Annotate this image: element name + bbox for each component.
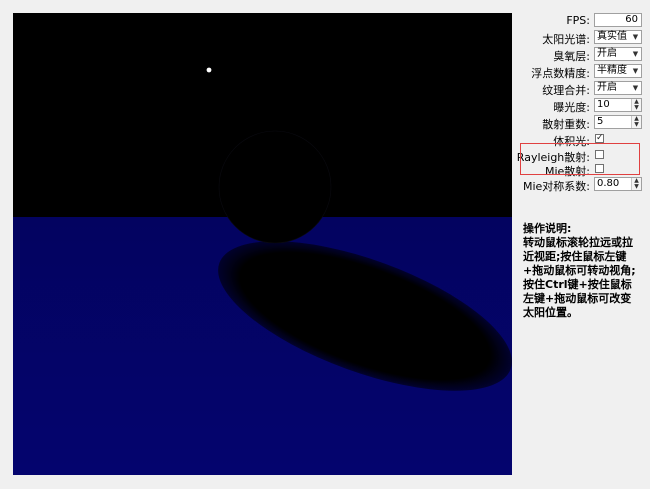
ozone-label: 臭氧层: xyxy=(553,50,590,63)
exposure-value: 10 xyxy=(597,99,610,110)
spectrum-label: 太阳光谱: xyxy=(542,33,590,46)
volumetric-light-checkbox[interactable]: ✓ xyxy=(595,134,604,143)
render-viewport[interactable] xyxy=(13,13,512,475)
mie-asym-value: 0.80 xyxy=(597,178,620,189)
sphere xyxy=(218,130,332,244)
chevron-down-icon[interactable]: ▼ xyxy=(631,82,640,94)
chevron-down-icon[interactable]: ▼ xyxy=(631,65,640,77)
spinner-arrows-icon[interactable]: ▲ ▼ xyxy=(631,99,641,111)
instructions-title: 操作说明: xyxy=(523,222,572,235)
fps-row: FPS: 60 xyxy=(516,13,644,29)
spectrum-select[interactable]: 真实值 ▼ xyxy=(594,30,642,44)
sun[interactable] xyxy=(206,67,212,73)
precision-value: 半精度 xyxy=(597,65,627,76)
texture-merge-select[interactable]: 开启 ▼ xyxy=(594,81,642,95)
instructions-text: 转动鼠标滚轮拉远或拉近视距;按住鼠标左键+拖动鼠标可转动视角;按住Ctrl键+按… xyxy=(523,236,636,319)
precision-label: 浮点数精度: xyxy=(531,67,590,80)
spectrum-row: 太阳光谱: 真实值 ▼ xyxy=(516,30,644,46)
mie-asym-label: Mie对称系数: xyxy=(522,180,590,193)
exposure-row: 曝光度: 10 ▲ ▼ xyxy=(516,98,644,114)
chevron-down-icon[interactable]: ▼ xyxy=(631,48,640,60)
instructions: 操作说明: 转动鼠标滚轮拉远或拉近视距;按住鼠标左键+拖动鼠标可转动视角;按住C… xyxy=(523,222,641,320)
checkmark-icon: ✓ xyxy=(596,133,604,143)
texture-merge-row: 纹理合并: 开启 ▼ xyxy=(516,81,644,97)
precision-select[interactable]: 半精度 ▼ xyxy=(594,64,642,78)
precision-row: 浮点数精度: 半精度 ▼ xyxy=(516,64,644,80)
scatter-order-label: 散射重数: xyxy=(542,118,590,131)
exposure-spinner[interactable]: 10 ▲ ▼ xyxy=(594,98,642,112)
texture-merge-label: 纹理合并: xyxy=(542,84,590,97)
ozone-row: 臭氧层: 开启 ▼ xyxy=(516,47,644,63)
fps-value: 60 xyxy=(625,14,638,25)
ozone-select[interactable]: 开启 ▼ xyxy=(594,47,642,61)
scatter-order-row: 散射重数: 5 ▲ ▼ xyxy=(516,115,644,131)
fps-label: FPS: xyxy=(566,14,590,27)
mie-asym-spinner[interactable]: 0.80 ▲ ▼ xyxy=(594,177,642,191)
scatter-order-spinner[interactable]: 5 ▲ ▼ xyxy=(594,115,642,129)
highlight-box xyxy=(520,143,640,175)
ozone-value: 开启 xyxy=(597,48,617,59)
spinner-arrows-icon[interactable]: ▲ ▼ xyxy=(631,116,641,128)
chevron-down-icon[interactable]: ▼ xyxy=(631,31,640,43)
spinner-arrows-icon[interactable]: ▲ ▼ xyxy=(631,178,641,190)
exposure-label: 曝光度: xyxy=(553,101,590,114)
mie-asym-row: Mie对称系数: 0.80 ▲ ▼ xyxy=(516,177,644,193)
fps-field[interactable]: 60 xyxy=(594,13,642,27)
spectrum-value: 真实值 xyxy=(597,31,627,42)
texture-merge-value: 开启 xyxy=(597,82,617,93)
scatter-order-value: 5 xyxy=(597,116,604,127)
